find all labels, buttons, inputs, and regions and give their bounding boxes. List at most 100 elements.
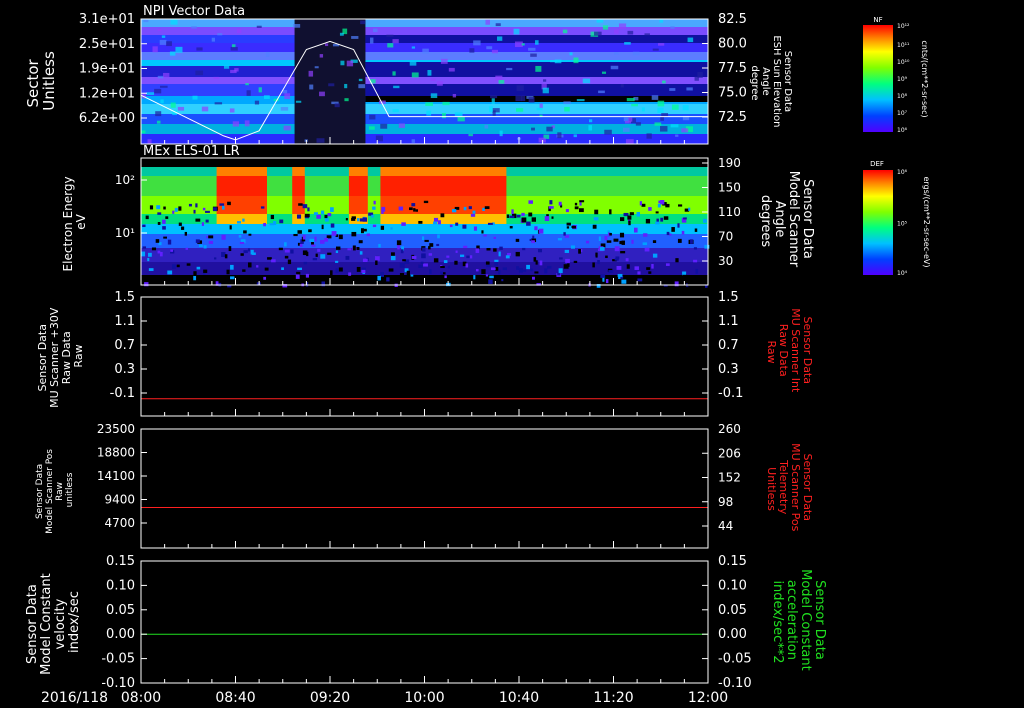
left-tick-label: -0.1 [110,386,135,401]
els-pixel [269,223,275,226]
npi-pixel [506,67,513,71]
els-pixel [538,228,544,234]
els-pixel [473,226,478,231]
els-pixel [608,270,614,274]
els-cell [178,214,186,224]
els-pixel [526,264,531,270]
els-cell [456,234,463,248]
els-pixel [648,271,652,274]
els-pixel [468,206,472,210]
els-cell [311,262,318,275]
els-pixel [487,222,493,225]
els-pixel [356,266,361,272]
els-pixel [174,207,178,212]
els-cell [424,167,432,176]
els-cell [159,167,167,176]
npi-pixel [256,25,262,28]
els-cell [411,234,419,248]
npi-pixel [166,41,172,47]
els-pixel [446,255,450,258]
mu-pos-left-label: Sensor Data Model Scanner Pos Raw unitle… [35,446,75,534]
els-cell [374,196,381,214]
els-pixel [681,230,685,235]
npi-pixel [492,110,496,116]
els-cell [645,196,652,214]
els-cell [632,167,640,176]
npi-colorbar: NF 10¹² 10¹¹ 10¹⁰ 10⁹ 10⁸ 10⁷ 10⁶ cnts/(cm**2… [863,16,929,134]
els-pixel [433,221,438,225]
els-pixel [364,258,368,262]
npi-pixel [489,106,493,112]
els-pixel [397,245,400,250]
npi-pixel [196,47,203,51]
els-cell [537,176,545,196]
els-cell [323,262,331,275]
els-cell [701,248,709,262]
npi-pixel [411,72,419,78]
els-colorbar-ticks: 10⁵ 10⁴ [897,221,908,278]
els-pixel [324,214,328,219]
els-cell [166,224,173,234]
mu-int-right-label: Sensor Data MU Scanner Int Raw Data Raw [765,308,814,396]
els-cell [449,234,457,248]
npi-pixel [543,79,547,82]
els-pixel [305,273,309,278]
els-pixel [309,238,315,242]
els-pixel [472,210,476,214]
npi-pixel [539,103,543,109]
els-cell [185,176,192,196]
els-pixel [693,247,697,250]
npi-pixel [484,124,489,129]
npi-pixel [495,23,501,27]
els-cell [512,224,520,234]
els-cell [531,167,539,176]
npi-pixel [380,123,388,129]
npi-pixel [528,47,536,51]
els-pixel [358,240,363,244]
els-cell [430,262,438,275]
els-cell [178,176,186,196]
els-pixel [314,236,317,242]
els-pixel [335,246,341,250]
right-tick-label: 0.05 [718,603,747,618]
els-pixel [516,214,521,218]
els-pixel [307,207,310,212]
els-pixel [148,252,152,257]
els-pixel [423,263,428,267]
els-pixel [574,202,578,206]
npi-pixel [372,28,378,33]
els-pixel [278,247,283,251]
els-cell [159,262,167,275]
els-pixel [592,262,595,268]
els-pixel [564,249,569,253]
els-cell [481,196,488,214]
els-cell [386,214,394,224]
model-frame [140,560,709,684]
els-pixel [155,239,160,243]
model-right-label: Sensor Data Model Constant acceleration … [770,569,827,675]
els-cell [443,196,451,214]
els-pixel [428,253,433,256]
els-pixel [263,276,267,280]
els-pixel [570,245,575,249]
right-tick-label: 0.3 [718,362,739,377]
npi-pixel [258,87,262,93]
els-cell [651,167,659,176]
npi-pixel [246,90,251,96]
els-cell [487,224,495,234]
npi-pixel [491,98,495,105]
els-cell [607,167,614,176]
npi-pixel [588,119,593,123]
els-cell [229,167,236,176]
els-cell [336,196,344,214]
els-cell [304,224,312,234]
els-cell [619,224,627,234]
els-cell [500,234,507,248]
right-tick-label: -0.05 [718,652,752,667]
els-pixel [348,272,352,276]
els-cell [651,196,659,214]
els-cell [260,234,268,248]
els-cell [519,224,526,234]
npi-pixel [229,108,235,113]
els-cell [588,234,596,248]
